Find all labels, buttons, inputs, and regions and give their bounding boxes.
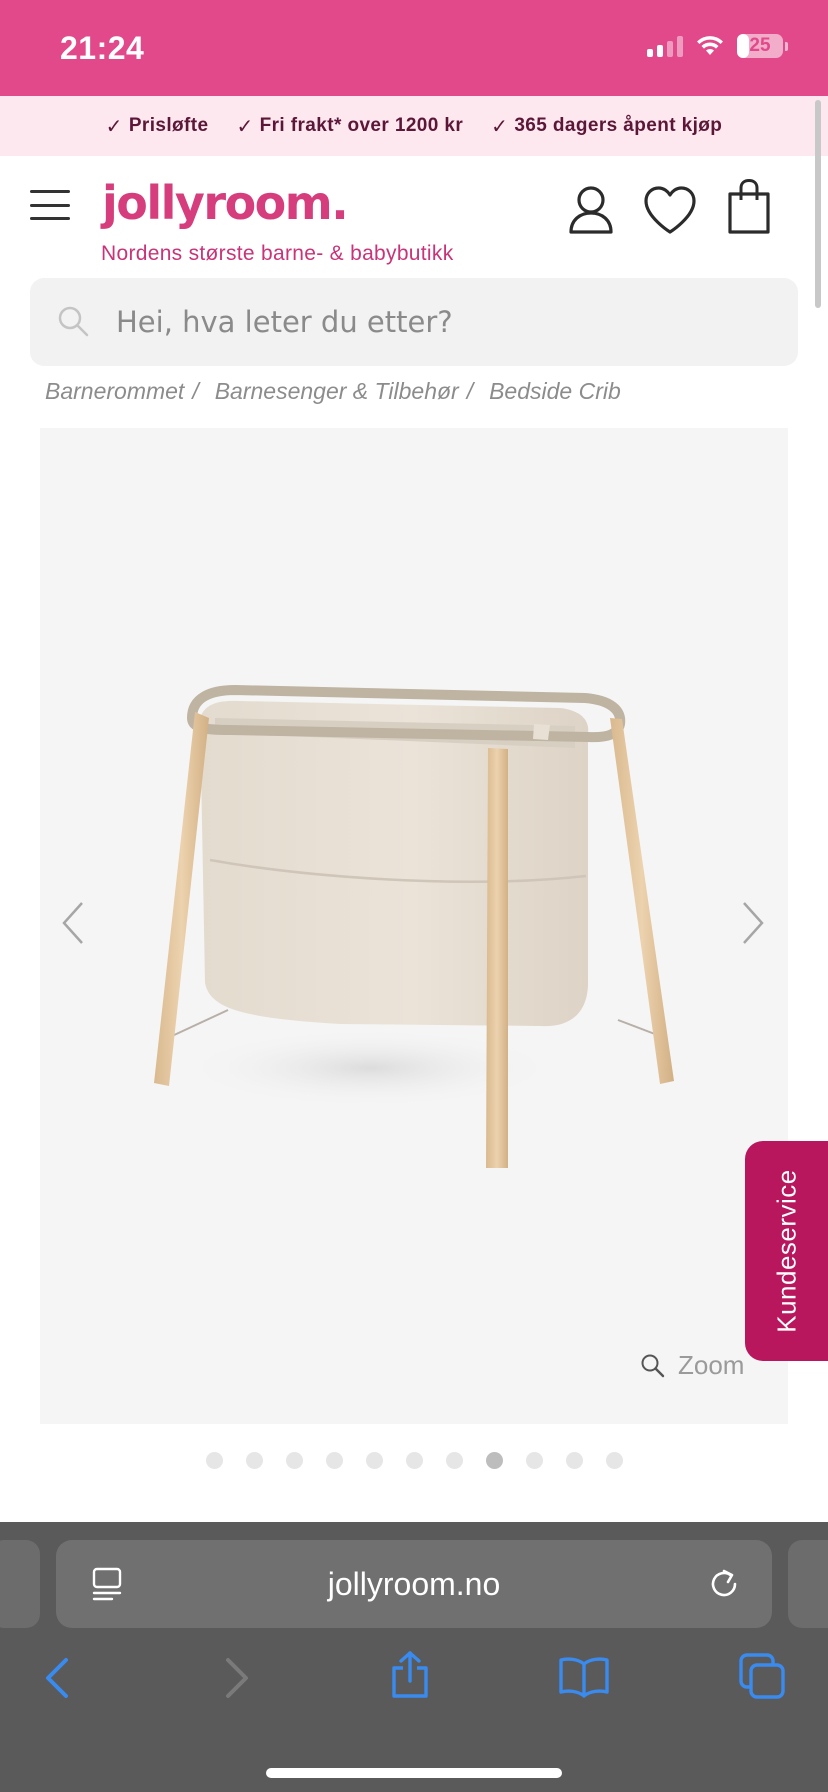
carousel-dot[interactable]: [205, 1452, 223, 1469]
page-scrollbar[interactable]: [815, 100, 821, 308]
bookmarks-icon[interactable]: [558, 1656, 610, 1698]
checkmark-icon: ✓: [105, 115, 123, 138]
breadcrumb-separator: /: [466, 378, 474, 404]
status-icons: 25: [647, 34, 788, 58]
menu-line: [30, 203, 70, 207]
carousel-dots: [0, 1452, 828, 1469]
address-bar[interactable]: jollyroom.no: [56, 1540, 772, 1628]
search-bar[interactable]: [30, 278, 798, 366]
menu-line: [30, 217, 70, 220]
breadcrumb-item[interactable]: Barnerommet: [45, 378, 184, 405]
usp-item: ✓ Prisløfte: [106, 114, 209, 139]
cellular-signal-icon: [647, 35, 683, 57]
status-time: 21:24: [60, 30, 145, 66]
shopping-bag-icon[interactable]: [726, 178, 772, 236]
search-icon: [58, 306, 89, 337]
logo[interactable]: jollyroom.: [102, 176, 349, 230]
site-header: jollyroom. Nordens største barne- & baby…: [0, 156, 828, 276]
customer-service-label: Kundeservice: [771, 1169, 801, 1333]
customer-service-tab[interactable]: Kundeservice: [745, 1141, 828, 1361]
product-image-gallery[interactable]: Zoom: [40, 428, 788, 1424]
usp-label: Fri frakt* over 1200 kr: [259, 115, 464, 136]
heart-icon[interactable]: [642, 184, 698, 236]
breadcrumb: Barnerommet / Barnesenger & Tilbehør / Bed…: [45, 378, 621, 405]
carousel-dot[interactable]: [445, 1452, 463, 1469]
previous-tab-preview[interactable]: [0, 1540, 40, 1628]
hamburger-menu-button[interactable]: [30, 190, 70, 220]
forward-icon[interactable]: [222, 1656, 252, 1700]
carousel-dot[interactable]: [605, 1452, 623, 1469]
battery-cap: [785, 41, 788, 51]
share-icon[interactable]: [388, 1650, 432, 1700]
next-tab-preview[interactable]: [788, 1540, 828, 1628]
wifi-icon: [697, 36, 723, 55]
usp-label: Prisløfte: [128, 115, 209, 136]
tagline: Nordens største barne- & babybutikk: [101, 242, 454, 265]
carousel-dot[interactable]: [525, 1452, 543, 1469]
home-indicator[interactable]: [266, 1768, 562, 1778]
zoom-label: Zoom: [678, 1350, 745, 1380]
breadcrumb-item[interactable]: Barnesenger & Tilbehør: [215, 378, 459, 405]
tabs-icon[interactable]: [738, 1652, 786, 1700]
checkmark-icon: ✓: [236, 115, 254, 138]
zoom-button[interactable]: Zoom: [640, 1350, 744, 1381]
battery-fill: [737, 34, 749, 58]
menu-line: [30, 190, 70, 193]
product-image: [154, 685, 674, 1168]
magnifier-icon: [641, 1354, 665, 1377]
reload-icon[interactable]: [706, 1566, 742, 1602]
status-bar: 21:24 25: [0, 0, 828, 96]
carousel-dot[interactable]: [285, 1452, 303, 1469]
usp-item: ✓ 365 dagers åpent kjøp: [491, 114, 722, 139]
search-input[interactable]: [116, 278, 766, 366]
checkmark-icon: ✓: [491, 115, 509, 138]
previous-image-button[interactable]: [58, 900, 88, 946]
battery-icon: 25: [737, 34, 783, 58]
carousel-dot[interactable]: [245, 1452, 263, 1469]
carousel-dot[interactable]: [365, 1452, 383, 1469]
browser-toolbar: jollyroom.no: [0, 1522, 828, 1792]
carousel-dot[interactable]: [325, 1452, 343, 1469]
breadcrumb-separator: /: [192, 378, 199, 404]
usp-label: 365 dagers åpent kjøp: [514, 115, 723, 136]
usp-bar: ✓ Prisløfte ✓ Fri frakt* over 1200 kr ✓ …: [0, 96, 828, 156]
carousel-dot[interactable]: [565, 1452, 583, 1469]
carousel-dot[interactable]: [405, 1452, 423, 1469]
battery-level: 25: [749, 35, 771, 56]
usp-item: ✓ Fri frakt* over 1200 kr: [236, 114, 463, 139]
address-bar-url: jollyroom.no: [327, 1566, 501, 1602]
next-image-button[interactable]: [738, 900, 768, 946]
user-icon[interactable]: [566, 184, 616, 236]
back-icon[interactable]: [42, 1656, 72, 1700]
carousel-dot[interactable]: [485, 1452, 503, 1469]
breadcrumb-item[interactable]: Bedside Crib: [489, 378, 621, 405]
